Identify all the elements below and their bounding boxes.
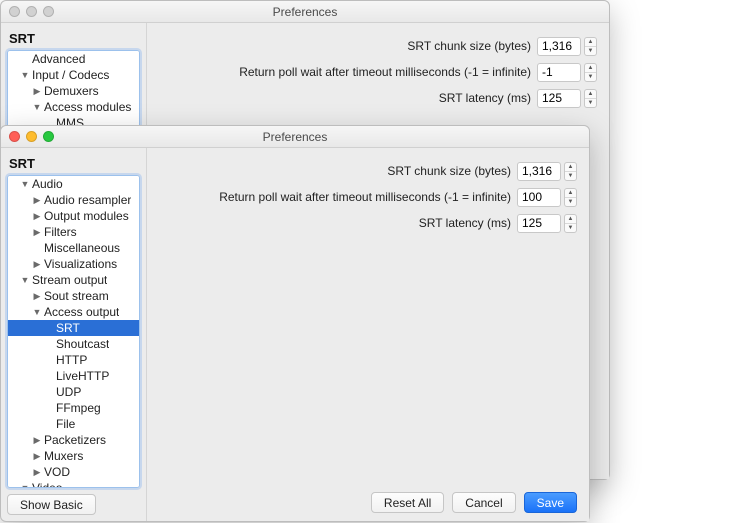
disclosure-closed-icon[interactable] xyxy=(32,211,42,222)
disclosure-closed-icon[interactable] xyxy=(32,291,42,302)
window-title: Preferences xyxy=(1,5,609,19)
latency-stepper[interactable]: ▲▼ xyxy=(584,89,597,108)
titlebar[interactable]: Preferences xyxy=(1,126,589,148)
tree-item[interactable]: Access modules xyxy=(8,99,139,115)
tree-item-label: Audio xyxy=(30,177,63,191)
tree-item-label: Demuxers xyxy=(42,84,99,98)
disclosure-closed-icon[interactable] xyxy=(32,259,42,270)
poll-wait-label: Return poll wait after timeout milliseco… xyxy=(219,190,511,204)
tree-item-label: Visualizations xyxy=(42,257,117,271)
chunk-size-input[interactable] xyxy=(537,37,581,56)
disclosure-closed-icon[interactable] xyxy=(32,467,42,478)
close-icon[interactable] xyxy=(9,131,20,142)
disclosure-closed-icon[interactable] xyxy=(32,227,42,238)
tree-item[interactable]: Input / Codecs xyxy=(8,67,139,83)
preferences-window-front: Preferences SRT Audio Audio resampler Outp… xyxy=(0,125,590,522)
disclosure-open-icon[interactable] xyxy=(20,275,30,285)
tree-item-label: Access output xyxy=(42,305,119,319)
disclosure-closed-icon[interactable] xyxy=(32,451,42,462)
tree-item-label: FFmpeg xyxy=(54,401,101,415)
latency-stepper[interactable]: ▲▼ xyxy=(564,214,577,233)
chunk-size-label: SRT chunk size (bytes) xyxy=(407,39,531,53)
tree-item-label: Sout stream xyxy=(42,289,109,303)
tree-item-label: Muxers xyxy=(42,449,83,463)
tree-item-label: HTTP xyxy=(54,353,87,367)
tree-item[interactable]: Sout stream xyxy=(8,288,139,304)
poll-wait-input[interactable] xyxy=(517,188,561,207)
disclosure-open-icon[interactable] xyxy=(32,307,42,317)
tree-item[interactable]: VOD xyxy=(8,464,139,480)
disclosure-open-icon[interactable] xyxy=(20,70,30,80)
tree-item[interactable]: Muxers xyxy=(8,448,139,464)
tree-item-label: Shoutcast xyxy=(54,337,109,351)
disclosure-open-icon[interactable] xyxy=(20,179,30,189)
tree-item[interactable]: Visualizations xyxy=(8,256,139,272)
chunk-size-label: SRT chunk size (bytes) xyxy=(387,164,511,178)
category-tree[interactable]: Audio Audio resampler Output modules Filter… xyxy=(7,175,140,488)
reset-all-button[interactable]: Reset All xyxy=(371,492,444,513)
chunk-size-input[interactable] xyxy=(517,162,561,181)
tree-item[interactable]: Shoutcast xyxy=(8,336,139,352)
tree-item[interactable]: Output modules xyxy=(8,208,139,224)
disclosure-closed-icon[interactable] xyxy=(32,86,42,97)
tree-item-label: Miscellaneous xyxy=(42,241,120,255)
sidebar-header: SRT xyxy=(7,154,140,175)
tree-item-label: SRT xyxy=(54,321,80,335)
tree-item[interactable]: Access output xyxy=(8,304,139,320)
tree-item[interactable]: Advanced xyxy=(8,51,139,67)
tree-item[interactable]: File xyxy=(8,416,139,432)
sidebar-header: SRT xyxy=(7,29,140,50)
latency-label: SRT latency (ms) xyxy=(419,216,511,230)
tree-item[interactable]: FFmpeg xyxy=(8,400,139,416)
tree-item[interactable]: HTTP xyxy=(8,352,139,368)
disclosure-open-icon[interactable] xyxy=(32,102,42,112)
tree-item-label: LiveHTTP xyxy=(54,369,109,383)
poll-wait-label: Return poll wait after timeout milliseco… xyxy=(239,65,531,79)
tree-item[interactable]: Filters xyxy=(8,224,139,240)
minimize-icon[interactable] xyxy=(26,131,37,142)
tree-item[interactable]: UDP xyxy=(8,384,139,400)
poll-wait-stepper[interactable]: ▲▼ xyxy=(564,188,577,207)
chunk-size-stepper[interactable]: ▲▼ xyxy=(564,162,577,181)
disclosure-closed-icon[interactable] xyxy=(32,435,42,446)
tree-item-label: Packetizers xyxy=(42,433,106,447)
tree-item[interactable]: LiveHTTP xyxy=(8,368,139,384)
tree-item-label: UDP xyxy=(54,385,81,399)
latency-input[interactable] xyxy=(517,214,561,233)
close-icon[interactable] xyxy=(9,6,20,17)
poll-wait-stepper[interactable]: ▲▼ xyxy=(584,63,597,82)
save-button[interactable]: Save xyxy=(524,492,577,513)
tree-item-label: File xyxy=(54,417,75,431)
tree-item[interactable]: Packetizers xyxy=(8,432,139,448)
show-basic-button[interactable]: Show Basic xyxy=(7,494,96,515)
tree-item-label: Audio resampler xyxy=(42,193,131,207)
chunk-size-stepper[interactable]: ▲▼ xyxy=(584,37,597,56)
tree-item[interactable]: Miscellaneous xyxy=(8,240,139,256)
tree-item-selected[interactable]: SRT xyxy=(8,320,139,336)
window-title: Preferences xyxy=(1,130,589,144)
titlebar[interactable]: Preferences xyxy=(1,1,609,23)
tree-item-label: Filters xyxy=(42,225,77,239)
tree-item[interactable]: Video xyxy=(8,480,139,488)
tree-item-label: VOD xyxy=(42,465,70,479)
tree-item-label: Stream output xyxy=(30,273,107,287)
tree-item-label: Access modules xyxy=(42,100,131,114)
tree-item-label: Output modules xyxy=(42,209,129,223)
tree-item-label: Advanced xyxy=(30,52,85,66)
zoom-icon[interactable] xyxy=(43,131,54,142)
tree-item[interactable]: Audio resampler xyxy=(8,192,139,208)
tree-item-label: Input / Codecs xyxy=(30,68,109,82)
tree-item-label: Video xyxy=(30,481,62,488)
disclosure-closed-icon[interactable] xyxy=(32,195,42,206)
tree-item[interactable]: Audio xyxy=(8,176,139,192)
latency-label: SRT latency (ms) xyxy=(439,91,531,105)
poll-wait-input[interactable] xyxy=(537,63,581,82)
tree-item[interactable]: Demuxers xyxy=(8,83,139,99)
minimize-icon[interactable] xyxy=(26,6,37,17)
latency-input[interactable] xyxy=(537,89,581,108)
tree-item[interactable]: Stream output xyxy=(8,272,139,288)
cancel-button[interactable]: Cancel xyxy=(452,492,515,513)
zoom-icon[interactable] xyxy=(43,6,54,17)
disclosure-open-icon[interactable] xyxy=(20,483,30,488)
